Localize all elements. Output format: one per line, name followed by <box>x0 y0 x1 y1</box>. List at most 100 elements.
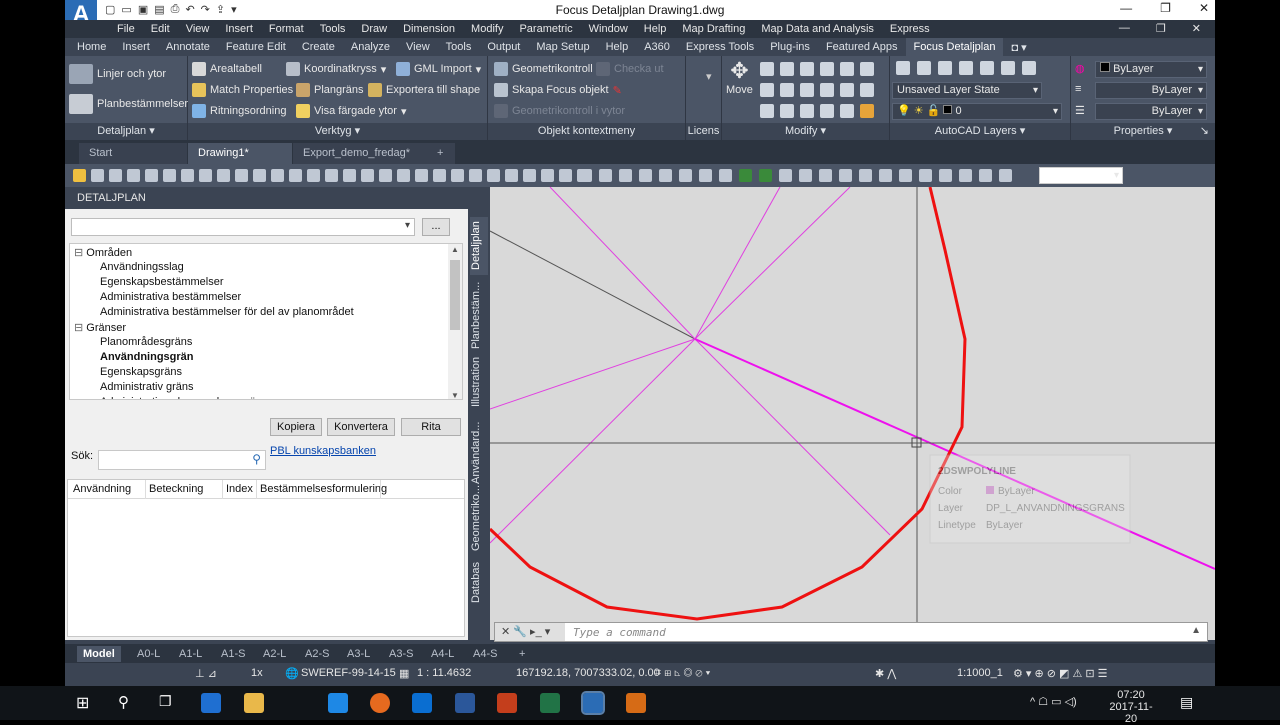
layout-tab[interactable]: A2-L <box>257 646 292 662</box>
tree-item[interactable]: Administrativ gräns <box>100 381 194 393</box>
draw-tool-icon[interactable] <box>289 169 302 182</box>
snap-tool-icon[interactable] <box>819 169 832 182</box>
magenta-thin-line[interactable] <box>694 187 781 340</box>
licens-dropdown-icon[interactable]: ▾ <box>706 70 712 83</box>
scroll-down-icon[interactable]: ▼ <box>451 391 459 399</box>
tab-focus-detaljplan[interactable]: Focus Detaljplan <box>905 38 1004 56</box>
exportera-shape-button[interactable]: Exportera till shape <box>368 83 480 97</box>
customize-icon[interactable]: 🔧 <box>513 626 527 638</box>
snap-tool-icon[interactable] <box>739 169 752 182</box>
checka-ut-button[interactable]: Checka ut <box>596 62 664 76</box>
firefox-icon[interactable] <box>370 693 390 713</box>
draw-tool-icon[interactable] <box>181 169 194 182</box>
draw-tool-icon[interactable] <box>253 169 266 182</box>
draw-tool-icon[interactable] <box>325 169 338 182</box>
move-button[interactable]: ✥ Move <box>726 60 753 97</box>
layout-tab[interactable]: A3-L <box>341 646 376 662</box>
file-explorer-icon[interactable] <box>244 693 264 713</box>
draw-tool-icon[interactable] <box>433 169 446 182</box>
draw-tool-icon[interactable] <box>217 169 230 182</box>
side-tab-detaljplan[interactable]: Detaljplan <box>470 217 488 275</box>
scale-icon[interactable] <box>800 83 814 97</box>
panel-title-detaljplan[interactable]: Detaljplan ▾ <box>65 123 187 140</box>
tree-scroll-thumb[interactable] <box>450 260 460 330</box>
tree-item[interactable]: Administrativ och egenskapsgräns <box>100 396 268 399</box>
magenta-thin-line[interactable] <box>490 338 696 410</box>
excel-icon[interactable] <box>540 693 560 713</box>
menu-modify[interactable]: Modify <box>463 23 511 35</box>
magenta-thin-line[interactable] <box>694 338 891 536</box>
palette-dropdown[interactable] <box>71 218 415 236</box>
snap-tool-icon[interactable] <box>639 169 652 182</box>
menu-file[interactable]: File <box>109 23 143 35</box>
menu-view[interactable]: View <box>178 23 218 35</box>
menu-dimension[interactable]: Dimension <box>395 23 463 35</box>
layer-off-icon[interactable] <box>1001 61 1015 75</box>
tree-item[interactable]: Användningsgrän <box>100 351 194 363</box>
erase-icon[interactable] <box>800 62 814 76</box>
layer-prev-icon[interactable] <box>938 61 952 75</box>
recent-commands-icon[interactable]: ▸_ ▾ <box>530 626 550 638</box>
snowflake-app-icon[interactable] <box>626 693 646 713</box>
layout-tab[interactable]: A4-L <box>425 646 460 662</box>
draw-tool-icon[interactable] <box>271 169 284 182</box>
tree-item[interactable]: Administrativa bestämmelser för del av p… <box>100 306 354 318</box>
tree-item[interactable]: Egenskapsgräns <box>100 366 182 378</box>
panel-title-layers[interactable]: AutoCAD Layers ▾ <box>890 123 1070 140</box>
coordinate-system[interactable]: SWEREF-99-14-15 <box>301 667 396 679</box>
lengthen-icon[interactable] <box>820 104 834 118</box>
outlook-icon[interactable] <box>412 693 432 713</box>
doc-minimize-icon[interactable]: — <box>1111 22 1138 35</box>
menu-map-data[interactable]: Map Data and Analysis <box>753 23 882 35</box>
geometrikontroll-button[interactable]: Geometrikontroll <box>494 62 593 76</box>
draw-tool-icon[interactable] <box>127 169 140 182</box>
doc-restore-icon[interactable]: ❐ <box>1148 22 1174 35</box>
stretch-icon[interactable] <box>780 83 794 97</box>
new-tab-button[interactable]: + <box>431 143 455 164</box>
pencil-icon[interactable] <box>860 104 874 118</box>
tree-item[interactable]: Administrativa bestämmelser <box>100 291 241 303</box>
lineweight-icon-btn[interactable]: ≡ <box>1075 83 1081 95</box>
doc-close-icon[interactable]: ✕ <box>1184 22 1209 35</box>
doc-tab-drawing1[interactable]: Drawing1* <box>188 143 292 164</box>
collapse-icon[interactable]: ⊟ <box>74 322 86 334</box>
draw-tool-icon[interactable] <box>361 169 374 182</box>
windows-start-icon[interactable]: ⊞ <box>76 693 89 713</box>
menu-help[interactable]: Help <box>636 23 675 35</box>
status-tools-icons[interactable]: ⌗ ⊞ ⊾ ◎ ⊘ ▾ <box>655 667 710 680</box>
rita-button[interactable]: Rita <box>401 418 461 436</box>
tree-scrollbar[interactable]: ▲ ▼ <box>448 244 462 399</box>
offset-icon[interactable] <box>840 83 854 97</box>
globe-icon[interactable]: 🌐 <box>285 667 299 680</box>
geometrikontroll-vytor-button[interactable]: Geometrikontroll i vytor <box>494 104 625 118</box>
draw-tool-icon[interactable] <box>91 169 104 182</box>
rotate-icon[interactable] <box>760 62 774 76</box>
arealtabell-button[interactable]: Arealtabell <box>192 62 262 76</box>
copy-icon[interactable] <box>820 62 834 76</box>
zoom-factor[interactable]: 1x <box>251 667 263 679</box>
col-anvandning[interactable]: Användning <box>73 483 131 495</box>
panel-title-objekt[interactable]: Objekt kontextmeny <box>488 123 685 140</box>
tab-output[interactable]: Output <box>479 41 528 53</box>
color-dropdown[interactable]: ByLayer <box>1095 61 1207 78</box>
gml-import-button[interactable]: GML Import ▾ <box>396 62 481 76</box>
toolbar-combo[interactable] <box>1039 167 1123 184</box>
snap-tool-icon[interactable] <box>599 169 612 182</box>
maximize-icon[interactable]: ❐ <box>1160 1 1171 15</box>
layer-freeze-icon[interactable] <box>1022 61 1036 75</box>
tab-view[interactable]: View <box>398 41 438 53</box>
snap-tool-icon[interactable] <box>839 169 852 182</box>
doc-tab-start[interactable]: Start <box>79 143 187 164</box>
layout-tab[interactable]: A4-S <box>467 646 503 662</box>
tree-item[interactable]: Planområdesgräns <box>100 336 192 348</box>
tab-insert[interactable]: Insert <box>114 41 158 53</box>
workspace-icons[interactable]: ⚙ ▾ ⊕ ⊘ ◩ ⚠ ⊡ ☰ <box>1013 667 1108 680</box>
drawing-canvas[interactable]: 2DSWPOLYLINE Color ByLayer Layer DP_L_AN… <box>490 187 1215 640</box>
pbl-link[interactable]: PBL kunskapsbanken <box>270 445 376 457</box>
tree-item[interactable]: Användningsslag <box>100 261 184 273</box>
layer-match-icon[interactable] <box>917 61 931 75</box>
command-input[interactable]: Type a command <box>573 626 666 639</box>
map-scale-icon[interactable]: ▦ <box>399 667 409 680</box>
drawing-svg[interactable]: 2DSWPOLYLINE Color ByLayer Layer DP_L_AN… <box>490 187 1215 640</box>
panel-title-properties[interactable]: Properties ▾ ↘ <box>1071 123 1215 140</box>
